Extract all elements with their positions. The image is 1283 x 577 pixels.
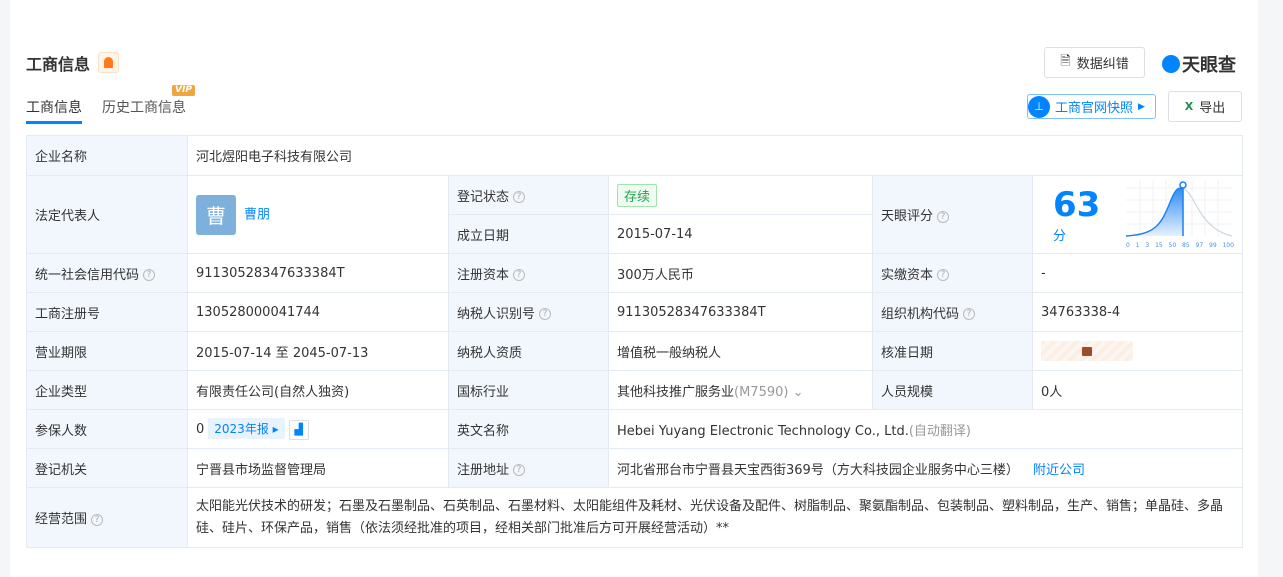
taxpayer-id: 91130528347633384T <box>608 292 873 332</box>
help-icon[interactable]: ? <box>513 191 526 203</box>
annual-report-label: 2023年报 <box>214 422 269 437</box>
tick: 99 <box>1209 242 1217 249</box>
export-button[interactable]: X 导出 <box>1168 91 1242 122</box>
data-correction-button[interactable]: 🗎 数据纠错 <box>1044 47 1145 78</box>
help-icon[interactable]: ? <box>963 308 976 320</box>
authority-label: 登记机关 <box>26 448 188 488</box>
found-date: 2015-07-14 <box>608 214 873 254</box>
official-snapshot-button[interactable]: ⊥ 工商官网快照 ▶ <box>1027 94 1156 119</box>
tick: 50 <box>1168 242 1177 249</box>
address-label: 注册地址 <box>457 462 510 478</box>
company-type: 有限责任公司(自然人独资) <box>187 370 449 410</box>
auto-translate-note: (自动翻译) <box>908 423 971 439</box>
taxpayer-qual: 增值税一般纳税人 <box>608 331 873 371</box>
tianyancha-logo: 天眼查 <box>1162 51 1236 77</box>
score-axis: 0 1 3 15 50 85 97 99 100 <box>1126 242 1234 249</box>
paid-capital: - <box>1031 253 1244 293</box>
help-icon[interactable]: ? <box>937 210 950 223</box>
term-label: 营业期限 <box>26 331 188 371</box>
org-code-label: 组织机构代码 <box>881 306 960 322</box>
export-label: 导出 <box>1199 101 1226 116</box>
locked-approve-date[interactable] <box>1041 341 1133 361</box>
business-info-table: 企业名称 河北煜阳电子科技有限公司 法定代表人 曹曹朋 登记状态? 存续 天眼评分… <box>26 135 1244 548</box>
help-icon[interactable]: ? <box>513 269 526 281</box>
document-icon: 🗎 <box>1060 53 1071 69</box>
capital-label: 注册资本 <box>457 267 510 283</box>
tick: 3 <box>1145 242 1150 249</box>
industry-code: (M7590) <box>734 384 789 400</box>
credit-code: 91130528347633384T <box>187 253 449 293</box>
address: 河北省邢台市宁晋县天宝西街369号（方大科技园企业服务中心三楼） <box>617 462 1019 478</box>
score-label: 天眼评分 <box>881 209 934 224</box>
approve-date-label: 核准日期 <box>872 331 1033 371</box>
chevron-down-icon[interactable]: ⌄ <box>793 385 804 400</box>
business-info-card: 工商信息 工商信息 历史工商信息 VIP 🗎 数据纠错 天眼查 ⊥ 工商官网快照 ▶ … <box>10 0 1258 577</box>
business-scope: 太阳能光伏技术的研发；石墨及石墨制品、石英制品、石墨材料、太阳能组件及耗材、光伏… <box>186 487 1244 548</box>
lock-icon <box>1082 347 1092 356</box>
authority: 宁晋县市场监督管理局 <box>187 448 449 488</box>
scope-label: 经营范围 <box>35 512 88 527</box>
avatar: 曹 <box>196 194 236 235</box>
taxpayer-qual-label: 纳税人资质 <box>448 331 609 371</box>
found-date-label: 成立日期 <box>448 214 609 254</box>
paid-capital-label: 实缴资本 <box>881 267 934 283</box>
legal-rep-link[interactable]: 曹朋 <box>244 207 270 222</box>
section-title: 工商信息 <box>26 55 91 74</box>
help-icon[interactable]: ? <box>91 513 104 526</box>
score-distribution-chart: 0 1 3 15 50 85 97 99 100 <box>1126 180 1234 249</box>
correction-label: 数据纠错 <box>1076 57 1129 72</box>
insured-count: 0 <box>196 422 205 438</box>
legal-rep-cell: 曹曹朋 <box>187 175 449 254</box>
score-value: 63 <box>1053 185 1101 225</box>
caret-right-icon: ▶ <box>1138 101 1145 112</box>
capital: 300万人民币 <box>608 253 873 293</box>
english-name: Hebei Yuyang Electronic Technology Co., … <box>617 423 909 439</box>
tick: 85 <box>1182 242 1190 249</box>
company-name: 河北煜阳电子科技有限公司 <box>186 135 1244 176</box>
industry-cell[interactable]: 其他科技推广服务业(M7590) ⌄ <box>608 370 873 410</box>
help-icon[interactable]: ? <box>937 269 950 281</box>
help-icon[interactable]: ? <box>539 308 552 320</box>
status-label: 登记状态 <box>457 189 510 205</box>
help-icon[interactable]: ? <box>143 269 156 281</box>
industry: 其他科技推广服务业 <box>617 384 735 400</box>
logo-icon <box>1162 55 1180 73</box>
credit-code-label: 统一社会信用代码 <box>35 267 140 283</box>
score-cell[interactable]: 63 分 0 1 3 15 50 85 97 99 100 <box>1031 175 1244 254</box>
org-code: 34763338-4 <box>1031 292 1244 332</box>
reg-no: 130528000041744 <box>187 292 449 332</box>
bell-curve <box>1126 180 1233 237</box>
excel-icon: X <box>1184 100 1194 113</box>
taxpayer-id-label: 纳税人识别号 <box>457 306 536 322</box>
logo-text: 天眼查 <box>1182 55 1236 76</box>
score-unit: 分 <box>1053 229 1067 244</box>
annual-report-button[interactable]: 2023年报 ▸ <box>208 418 285 440</box>
tab-history-business-info[interactable]: 历史工商信息 <box>102 97 186 117</box>
insured-label: 参保人数 <box>26 409 188 449</box>
stamp-icon: ⊥ <box>1028 95 1050 118</box>
reg-no-label: 工商注册号 <box>26 292 188 332</box>
staff-size-label: 人员规模 <box>872 370 1033 410</box>
company-name-label: 企业名称 <box>26 135 188 176</box>
english-name-label: 英文名称 <box>448 409 609 449</box>
tick: 97 <box>1195 242 1204 249</box>
industry-label: 国标行业 <box>448 370 609 410</box>
nearby-companies-link[interactable]: 附近公司 <box>1033 463 1085 478</box>
tick: 100 <box>1222 242 1234 249</box>
tab-business-info[interactable]: 工商信息 <box>26 97 82 124</box>
help-icon[interactable]: ? <box>513 464 526 476</box>
chart-icon[interactable]: ▟ <box>288 419 309 440</box>
bell-icon[interactable] <box>98 52 119 73</box>
vip-badge: VIP <box>172 85 195 96</box>
status-badge: 存续 <box>617 183 658 207</box>
legal-rep-label: 法定代表人 <box>26 175 188 254</box>
tick: 1 <box>1135 242 1140 249</box>
staff-size: 0人 <box>1031 370 1244 410</box>
tick: 0 <box>1126 242 1130 249</box>
company-type-label: 企业类型 <box>26 370 188 410</box>
tick: 15 <box>1155 242 1163 249</box>
term: 2015-07-14 至 2045-07-13 <box>187 331 449 371</box>
snapshot-label: 工商官网快照 <box>1055 101 1134 116</box>
